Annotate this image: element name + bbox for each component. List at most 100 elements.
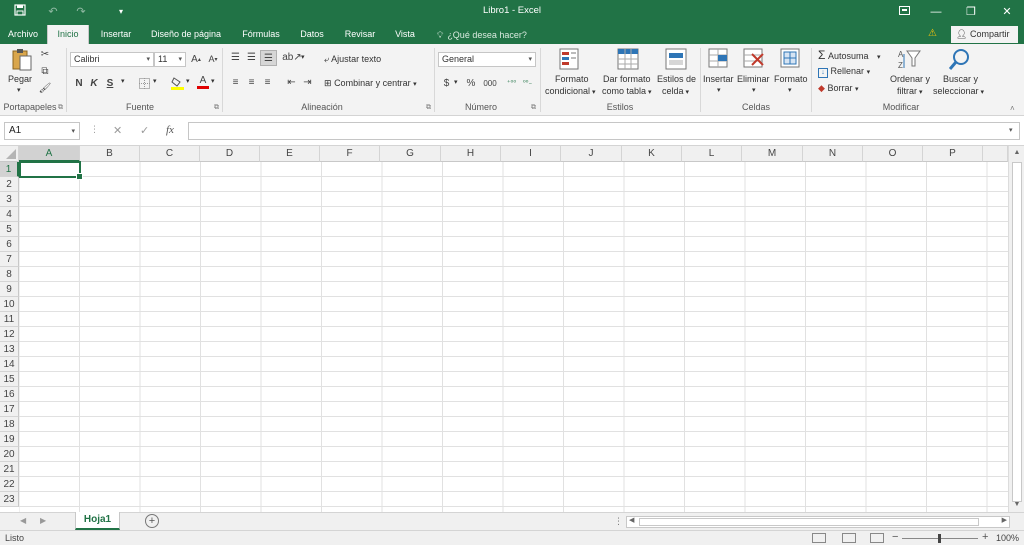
cell-styles-label-1[interactable]: Estilos de xyxy=(657,74,696,84)
row-header-14[interactable]: 14 xyxy=(0,357,19,372)
tab-revisar[interactable]: Revisar xyxy=(338,25,382,44)
wrap-text-button[interactable]: ⤶ Ajustar texto xyxy=(324,54,381,65)
tab-diseno-de-pagina[interactable]: Diseño de página xyxy=(146,25,226,44)
orientation-icon[interactable]: ab↗ xyxy=(282,51,302,64)
row-header-3[interactable]: 3 xyxy=(0,192,19,207)
font-name-select[interactable]: Calibri ▾ xyxy=(70,52,154,67)
add-sheet-icon[interactable]: + xyxy=(145,514,159,528)
copy-icon[interactable]: ⧉ xyxy=(38,64,52,78)
formula-input[interactable] xyxy=(188,122,1020,140)
column-header-l[interactable]: L xyxy=(682,146,742,162)
format-as-table-icon[interactable] xyxy=(617,48,639,70)
decrease-decimal-icon[interactable]: ⁰⁰₋ xyxy=(521,76,534,90)
insert-function-icon[interactable]: fx xyxy=(166,124,174,136)
clipboard-launcher-icon[interactable]: ⧉ xyxy=(58,104,63,112)
zoom-slider-thumb[interactable] xyxy=(938,534,941,543)
increase-decimal-icon[interactable]: ⁺⁰⁰ xyxy=(505,76,518,90)
conditional-format-label-1[interactable]: Formato xyxy=(555,74,589,84)
ribbon-display-icon[interactable] xyxy=(893,4,915,20)
column-header-n[interactable]: N xyxy=(803,146,863,162)
page-break-view-icon[interactable] xyxy=(870,533,884,543)
share-button[interactable]: 👤︎ Compartir xyxy=(951,26,1018,43)
tab-datos[interactable]: Datos xyxy=(294,25,330,44)
warning-icon[interactable]: ⚠ xyxy=(928,28,937,39)
borders-icon[interactable] xyxy=(137,76,151,90)
zoom-slider[interactable] xyxy=(902,534,978,543)
active-cell[interactable] xyxy=(19,161,83,180)
expand-formula-bar-icon[interactable]: ▾ xyxy=(1009,126,1013,134)
tab-archivo[interactable]: Archivo xyxy=(4,25,42,44)
column-header-p[interactable]: P xyxy=(923,146,983,162)
number-format-select[interactable]: General ▾ xyxy=(438,52,536,67)
row-header-18[interactable]: 18 xyxy=(0,417,19,432)
column-header-o[interactable]: O xyxy=(863,146,923,162)
column-header-m[interactable]: M xyxy=(742,146,803,162)
scroll-right-icon[interactable]: ▶ xyxy=(1002,516,1007,524)
align-center-icon[interactable]: ≡ xyxy=(245,76,258,89)
close-icon[interactable]: ✕ xyxy=(996,4,1018,20)
align-right-icon[interactable]: ≡ xyxy=(261,76,274,89)
find-select-icon[interactable] xyxy=(948,48,971,70)
cells-area[interactable] xyxy=(19,162,1008,512)
tab-formulas[interactable]: Fórmulas xyxy=(236,25,286,44)
tell-me-box[interactable]: 💡︎ ¿Qué desea hacer? xyxy=(437,28,527,42)
row-header-2[interactable]: 2 xyxy=(0,177,19,192)
column-header-e[interactable]: E xyxy=(260,146,320,162)
zoom-level[interactable]: 100% xyxy=(996,533,1019,543)
sort-filter-label-1[interactable]: Ordenar y xyxy=(890,74,930,84)
thousands-button[interactable]: 000 xyxy=(481,76,499,90)
vertical-scroll-thumb[interactable] xyxy=(1012,162,1022,502)
format-painter-icon[interactable]: 🖌︎ xyxy=(38,81,52,95)
borders-dropdown-icon[interactable]: ▾ xyxy=(153,77,157,85)
prev-sheet-icon[interactable]: ◀ xyxy=(20,516,26,525)
page-layout-view-icon[interactable] xyxy=(842,533,856,543)
column-header-j[interactable]: J xyxy=(561,146,622,162)
clear-button[interactable]: ◆ Borrar ▾ xyxy=(818,83,858,94)
row-header-1[interactable]: 1 xyxy=(0,162,19,177)
row-header-23[interactable]: 23 xyxy=(0,492,19,507)
drag-handle-icon[interactable]: ⋮ xyxy=(90,124,100,135)
cut-icon[interactable]: ✂ xyxy=(38,47,52,61)
find-select-label-1[interactable]: Buscar y xyxy=(943,74,978,84)
insert-cells-label[interactable]: Insertar xyxy=(703,74,734,84)
format-as-table-label-2[interactable]: como tabla ▾ xyxy=(602,86,652,96)
cancel-icon[interactable]: ✕ xyxy=(113,124,122,137)
row-header-10[interactable]: 10 xyxy=(0,297,19,312)
underline-button[interactable]: S xyxy=(104,76,116,90)
sort-filter-label-2[interactable]: filtrar ▾ xyxy=(897,86,922,96)
row-header-7[interactable]: 7 xyxy=(0,252,19,267)
orientation-dropdown-icon[interactable]: ▾ xyxy=(301,53,305,61)
format-cells-icon[interactable] xyxy=(780,48,802,70)
column-header-f[interactable]: F xyxy=(320,146,380,162)
horizontal-scroll-thumb[interactable] xyxy=(639,518,979,526)
row-header-9[interactable]: 9 xyxy=(0,282,19,297)
row-header-15[interactable]: 15 xyxy=(0,372,19,387)
sort-filter-icon[interactable]: AZ xyxy=(897,48,921,70)
column-header-k[interactable]: K xyxy=(622,146,682,162)
row-header-8[interactable]: 8 xyxy=(0,267,19,282)
fill-color-icon[interactable] xyxy=(170,75,184,90)
delete-cells-icon[interactable] xyxy=(743,48,765,70)
align-left-icon[interactable]: ≡ xyxy=(229,76,242,89)
row-header-19[interactable]: 19 xyxy=(0,432,19,447)
scroll-down-icon[interactable]: ▼ xyxy=(1009,498,1024,512)
format-cells-label[interactable]: Formato xyxy=(774,74,808,84)
row-header-4[interactable]: 4 xyxy=(0,207,19,222)
tab-split-handle-icon[interactable]: ⋮ xyxy=(614,516,623,527)
align-top-icon[interactable]: ☰ xyxy=(229,51,242,64)
row-header-22[interactable]: 22 xyxy=(0,477,19,492)
shrink-font-icon[interactable]: A ▾ xyxy=(207,52,219,66)
tab-insertar[interactable]: Insertar xyxy=(96,25,136,44)
minimize-icon[interactable]: — xyxy=(925,4,947,20)
scroll-left-icon[interactable]: ◀ xyxy=(629,516,634,524)
decrease-indent-icon[interactable]: ⇤ xyxy=(285,76,298,89)
collapse-ribbon-icon[interactable]: ˄ xyxy=(1010,104,1015,113)
row-header-6[interactable]: 6 xyxy=(0,237,19,252)
tab-inicio[interactable]: Inicio xyxy=(47,25,89,44)
paste-label[interactable]: Pegar xyxy=(8,74,32,84)
autosum-button[interactable]: Σ Autosuma ▾ xyxy=(818,48,881,62)
format-as-table-label-1[interactable]: Dar formato xyxy=(603,74,651,84)
increase-indent-icon[interactable]: ⇥ xyxy=(301,76,314,89)
vertical-scrollbar[interactable]: ▲ ▼ xyxy=(1008,146,1024,512)
column-header-partial[interactable] xyxy=(983,146,1008,162)
